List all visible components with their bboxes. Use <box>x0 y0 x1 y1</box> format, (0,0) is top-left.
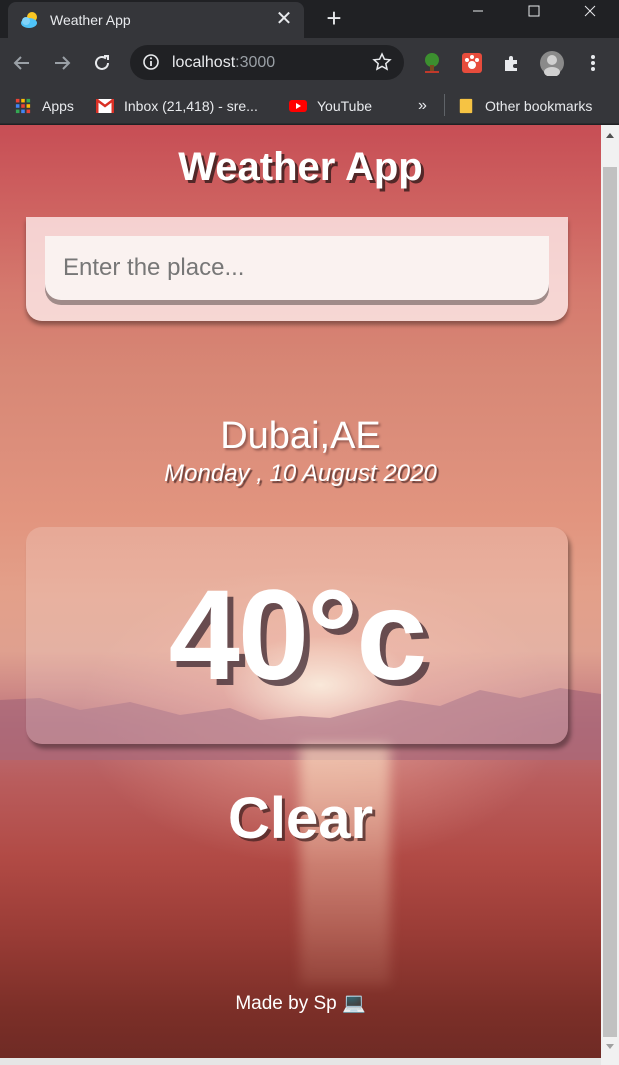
bookmark-label: Apps <box>42 98 74 114</box>
weather-cloud-sun-icon <box>21 12 37 28</box>
horizontal-scrollbar[interactable] <box>0 1058 601 1065</box>
bookmarks-overflow-button[interactable]: » <box>418 94 427 118</box>
folder-icon <box>459 98 473 114</box>
browser-toolbar: localhost:3000 <box>0 38 619 88</box>
paw-extension-icon[interactable] <box>459 50 485 76</box>
other-bookmarks[interactable]: Other bookmarks <box>457 94 592 118</box>
scroll-down-arrow-icon[interactable] <box>601 1037 619 1057</box>
gmail-icon <box>96 99 114 113</box>
search-box <box>26 217 568 321</box>
bookmark-youtube[interactable]: YouTube <box>289 94 372 118</box>
tab-title: Weather App <box>50 12 131 28</box>
address-bar[interactable]: localhost:3000 <box>130 45 404 80</box>
temperature-card: 40°c <box>26 527 568 744</box>
bookmark-apps[interactable]: Apps <box>14 94 74 118</box>
tree-extension-icon[interactable] <box>419 50 445 76</box>
bookmarks-bar: Apps Inbox (21,418) - sre... YouTube » O… <box>0 88 619 124</box>
bookmark-label: YouTube <box>317 98 373 114</box>
bookmark-star-icon[interactable] <box>372 52 392 72</box>
sun-reflection <box>300 745 390 985</box>
url-port: :3000 <box>235 54 276 71</box>
maximize-icon[interactable] <box>506 0 562 22</box>
window-close-icon[interactable] <box>562 0 618 22</box>
search-input[interactable] <box>45 236 549 300</box>
forward-icon[interactable] <box>49 50 75 76</box>
temperature-value: 40°c <box>168 564 428 707</box>
weather-condition: Clear <box>227 786 374 851</box>
url-text: localhost:3000 <box>172 54 275 72</box>
menu-kebab-icon[interactable] <box>580 50 606 76</box>
page-title: Weather App <box>178 145 423 189</box>
youtube-icon <box>289 100 307 112</box>
back-icon[interactable] <box>9 50 35 76</box>
active-tab[interactable]: Weather App ✕ <box>8 2 304 38</box>
puzzle-extensions-icon[interactable] <box>499 50 525 76</box>
footer-credit: Made by Sp 💻 <box>235 993 366 1014</box>
tab-close-icon[interactable]: ✕ <box>274 8 294 30</box>
date-text: Monday , 10 August 2020 <box>164 460 437 487</box>
url-host: localhost <box>172 54 236 71</box>
location-name: Dubai,AE <box>220 415 381 457</box>
page-viewport: Weather App Dubai,AE Monday , 10 August … <box>0 125 601 1065</box>
tab-strip: Weather App ✕ + <box>0 0 619 38</box>
info-icon[interactable] <box>142 53 160 71</box>
scroll-up-arrow-icon[interactable] <box>601 125 619 145</box>
scrollbar-thumb[interactable] <box>603 167 617 1037</box>
bookmark-inbox[interactable]: Inbox (21,418) - sre... <box>96 94 258 118</box>
apps-grid-icon <box>15 98 31 114</box>
new-tab-button[interactable]: + <box>320 4 348 32</box>
other-bookmarks-label: Other bookmarks <box>485 98 593 114</box>
minimize-icon[interactable] <box>450 0 506 22</box>
profile-avatar[interactable] <box>539 50 565 76</box>
reload-icon[interactable] <box>89 50 115 76</box>
bookmarks-divider <box>444 94 445 116</box>
vertical-scrollbar[interactable] <box>601 125 619 1065</box>
bookmark-label: Inbox (21,418) - sre... <box>124 98 258 114</box>
